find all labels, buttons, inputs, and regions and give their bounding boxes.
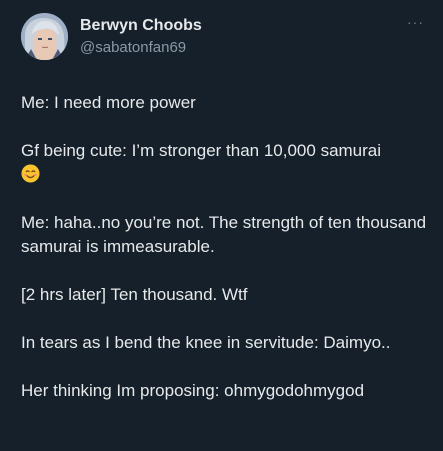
anime-character-avatar-icon (21, 13, 68, 60)
avatar[interactable] (21, 13, 68, 60)
tweet-card: Berwyn Choobs @sabatonfan69 ··· Me: I ne… (0, 0, 443, 451)
smiling-face-emoji-icon (21, 164, 40, 183)
tweet-line: Me: haha..no you’re not. The strength of… (21, 213, 427, 256)
display-name[interactable]: Berwyn Choobs (80, 17, 202, 35)
tweet-line: [2 hrs later] Ten thousand. Wtf (21, 285, 248, 304)
tweet-line: In tears as I bend the knee in servitude… (21, 333, 391, 352)
tweet-line-with-emoji: Gf being cute: I’m stronger than 10,000 … (21, 139, 436, 187)
tweet-line: Her thinking Im proposing: ohmygodohmygo… (21, 381, 365, 400)
tweet-text: Me: I need more power Gf being cute: I’m… (21, 91, 436, 427)
user-handle[interactable]: @sabatonfan69 (80, 39, 186, 56)
tweet-line: Gf being cute: I’m stronger than 10,000 … (21, 141, 382, 160)
more-options-icon[interactable]: ··· (407, 14, 424, 30)
tweet-line: Me: I need more power (21, 93, 196, 112)
